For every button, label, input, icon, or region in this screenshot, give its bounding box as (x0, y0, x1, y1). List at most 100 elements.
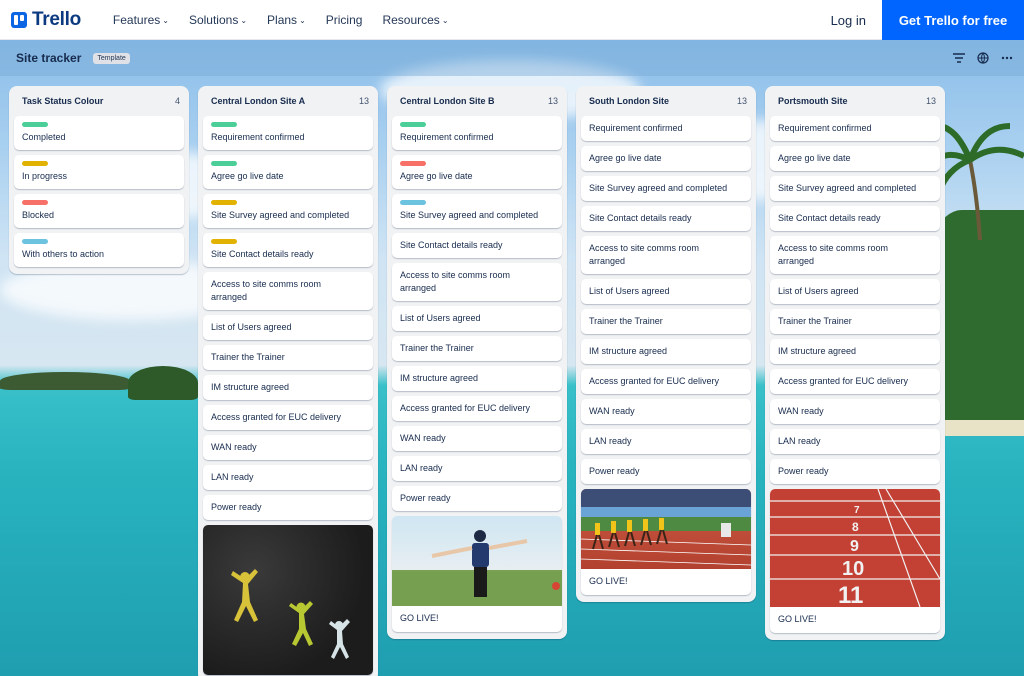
card[interactable]: IM structure agreed (770, 339, 940, 364)
card[interactable]: Site Contact details ready (581, 206, 751, 231)
card-title: List of Users agreed (778, 286, 859, 296)
chevron-down-icon: ⌄ (240, 16, 248, 25)
card[interactable]: Access granted for EUC delivery (581, 369, 751, 394)
globe-icon[interactable] (976, 51, 990, 65)
card[interactable]: Power ready (203, 495, 373, 520)
card[interactable]: Access granted for EUC delivery (203, 405, 373, 430)
card[interactable]: Requirement confirmed (581, 116, 751, 141)
card-title: LAN ready (589, 436, 632, 446)
label-blue[interactable] (22, 239, 48, 244)
card[interactable]: 7 8 9 10 11 GO LIVE! (770, 489, 940, 633)
card[interactable]: Site Survey agreed and completed (581, 176, 751, 201)
card[interactable]: GO LIVE! (581, 489, 751, 595)
card[interactable]: Access to site comms room arranged (392, 263, 562, 301)
card[interactable]: Agree go live date (581, 146, 751, 171)
get-trello-button[interactable]: Get Trello for free (882, 0, 1024, 40)
card-title: In progress (22, 171, 68, 181)
nav-features[interactable]: Features ⌄ (103, 0, 179, 40)
card-title: Trainer the Trainer (211, 352, 285, 362)
board-title[interactable]: Site tracker (16, 51, 81, 65)
login-link[interactable]: Log in (831, 0, 866, 40)
card[interactable]: Power ready (392, 486, 562, 511)
card[interactable]: Site Contact details ready (203, 233, 373, 267)
card[interactable]: Agree go live date (770, 146, 940, 171)
card[interactable]: WAN ready (581, 399, 751, 424)
list-title[interactable]: Portsmouth Site (778, 96, 848, 106)
nav-solutions[interactable]: Solutions ⌄ (179, 0, 257, 40)
list-portsmouth-site[interactable]: Portsmouth Site 13 Requirement confirmed Ag… (765, 86, 945, 640)
label-red[interactable] (22, 200, 48, 205)
card-title: Agree go live date (211, 171, 284, 181)
list-title[interactable]: Task Status Colour (22, 96, 103, 106)
list-title[interactable]: Central London Site B (400, 96, 495, 106)
card-title: Access granted for EUC delivery (211, 412, 342, 422)
card[interactable]: Trainer the Trainer (203, 345, 373, 370)
card[interactable]: LAN ready (770, 429, 940, 454)
card[interactable]: Requirement confirmed (203, 116, 373, 150)
card[interactable]: Site Survey agreed and completed (203, 194, 373, 228)
card[interactable]: List of Users agreed (581, 279, 751, 304)
list-task-status-colour[interactable]: Task Status Colour 4 Completed In progress B… (9, 86, 189, 274)
card[interactable]: Site Contact details ready (392, 233, 562, 258)
label-yellow[interactable] (211, 200, 237, 205)
label-yellow[interactable] (211, 239, 237, 244)
label-red[interactable] (400, 161, 426, 166)
nav-resources[interactable]: Resources ⌄ (372, 0, 458, 40)
card[interactable]: Trainer the Trainer (392, 336, 562, 361)
card[interactable]: Requirement confirmed (392, 116, 562, 150)
card[interactable]: Access to site comms room arranged (203, 272, 373, 310)
trello-logo[interactable]: Trello (11, 9, 81, 31)
card[interactable]: Site Survey agreed and completed (770, 176, 940, 201)
card[interactable]: List of Users agreed (392, 306, 562, 331)
card[interactable]: IM structure agreed (392, 366, 562, 391)
list-title[interactable]: Central London Site A (211, 96, 305, 106)
card[interactable]: Completed (14, 116, 184, 150)
card[interactable]: Access granted for EUC delivery (392, 396, 562, 421)
more-icon[interactable] (1000, 51, 1014, 65)
card[interactable]: LAN ready (581, 429, 751, 454)
card[interactable]: WAN ready (392, 426, 562, 451)
nav-label: Plans (267, 12, 298, 27)
track-lanes-image: 7 8 9 10 11 (770, 489, 940, 607)
card-title: Site Survey agreed and completed (211, 210, 350, 220)
label-yellow[interactable] (22, 161, 48, 166)
list-south-london-site[interactable]: South London Site 13 Requirement confirmed… (576, 86, 756, 602)
label-green[interactable] (400, 122, 426, 127)
card[interactable]: Agree go live date (392, 155, 562, 189)
list-central-london-site-b[interactable]: Central London Site B 13 Requirement confi… (387, 86, 567, 639)
card[interactable]: Power ready (770, 459, 940, 484)
card[interactable]: IM structure agreed (581, 339, 751, 364)
label-green[interactable] (22, 122, 48, 127)
card[interactable]: Access to site comms room arranged (581, 236, 751, 274)
card[interactable]: WAN ready (203, 435, 373, 460)
card[interactable]: LAN ready (203, 465, 373, 490)
label-green[interactable] (211, 122, 237, 127)
card[interactable]: Site Contact details ready (770, 206, 940, 231)
card[interactable]: Access granted for EUC delivery (770, 369, 940, 394)
card[interactable] (203, 525, 373, 675)
card[interactable]: WAN ready (770, 399, 940, 424)
card[interactable]: IM structure agreed (203, 375, 373, 400)
nav-pricing[interactable]: Pricing (316, 0, 373, 40)
card[interactable]: Access to site comms room arranged (770, 236, 940, 274)
label-green[interactable] (211, 161, 237, 166)
card[interactable]: List of Users agreed (770, 279, 940, 304)
card[interactable]: With others to action (14, 233, 184, 267)
card[interactable]: LAN ready (392, 456, 562, 481)
card[interactable]: Site Survey agreed and completed (392, 194, 562, 228)
card[interactable]: Trainer the Trainer (770, 309, 940, 334)
list-central-london-site-a[interactable]: Central London Site A 13 Requirement confi… (198, 86, 378, 676)
label-blue[interactable] (400, 200, 426, 205)
card[interactable]: In progress (14, 155, 184, 189)
card[interactable]: Requirement confirmed (770, 116, 940, 141)
card[interactable]: Blocked (14, 194, 184, 228)
card[interactable]: GO LIVE! (392, 516, 562, 632)
card[interactable]: Agree go live date (203, 155, 373, 189)
list-title[interactable]: South London Site (589, 96, 669, 106)
list-header: Task Status Colour 4 (9, 86, 189, 116)
card[interactable]: List of Users agreed (203, 315, 373, 340)
card[interactable]: Trainer the Trainer (581, 309, 751, 334)
filter-icon[interactable] (952, 51, 966, 65)
card[interactable]: Power ready (581, 459, 751, 484)
nav-plans[interactable]: Plans ⌄ (257, 0, 316, 40)
